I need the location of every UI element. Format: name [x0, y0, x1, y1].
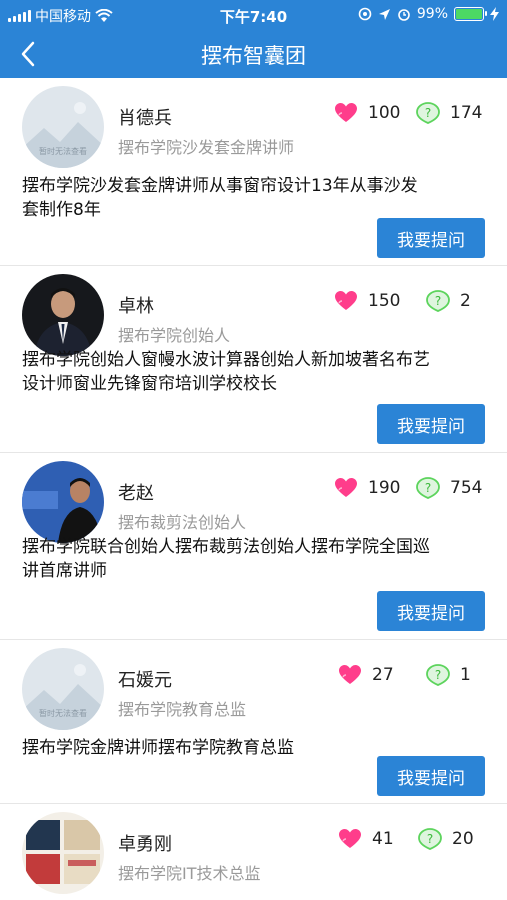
description-line: 摆布学院创始人窗幔水波计算器创始人新加坡著名布艺	[22, 350, 430, 370]
page-title: 摆布智囊团	[201, 44, 306, 68]
likes-count: 150	[368, 291, 401, 311]
likes-stat: 100	[334, 102, 400, 124]
answers-count: 1	[460, 665, 471, 685]
status-bar: 中国移动 下午7:40 99%	[0, 0, 507, 30]
likes-stat: 150	[334, 290, 400, 312]
expert-title: 摆布裁剪法创始人	[118, 513, 247, 532]
description-line: 设计师窗业先锋窗帘培训学校校长	[22, 374, 277, 394]
heart-icon[interactable]	[338, 828, 362, 850]
navigation-arrow-icon	[378, 8, 390, 20]
expert-title: 摆布学院教育总监	[118, 700, 247, 719]
question-bubble-icon[interactable]: ?	[416, 477, 440, 499]
expert-card: 暂时无法查看 石媛元 摆布学院教育总监 27 ? 1 摆布学院金牌讲师摆布学院教…	[0, 640, 507, 804]
avatar[interactable]	[22, 274, 104, 356]
nav-bar: 摆布智囊团	[0, 30, 507, 78]
expert-title: 摆布学院沙发套金牌讲师	[118, 138, 295, 157]
description-line: 讲首席讲师	[22, 561, 107, 581]
avatar[interactable]: 暂时无法查看	[22, 86, 104, 168]
svg-text:?: ?	[425, 106, 431, 120]
likes-count: 190	[368, 478, 401, 498]
answers-count: 2	[460, 291, 471, 311]
heart-icon[interactable]	[334, 102, 358, 124]
status-right: 99%	[358, 6, 499, 22]
answers-stat: ? 2	[426, 290, 471, 312]
expert-description: 摆布学院联合创始人摆布裁剪法创始人摆布学院全国巡 讲首席讲师	[22, 535, 487, 583]
svg-text:?: ?	[427, 832, 433, 846]
expert-list: 暂时无法查看 肖德兵 摆布学院沙发套金牌讲师 100 ? 174 摆布学院沙发套…	[0, 78, 507, 900]
answers-stat: ? 174	[416, 102, 482, 124]
likes-count: 41	[372, 829, 394, 849]
location-lock-icon	[358, 7, 372, 21]
question-bubble-icon[interactable]: ?	[418, 828, 442, 850]
description-line: 摆布学院沙发套金牌讲师从事窗帘设计13年从事沙发	[22, 176, 418, 196]
expert-name: 卓勇刚	[118, 834, 172, 855]
expert-card: 老赵 摆布裁剪法创始人 190 ? 754 摆布学院联合创始人摆布裁剪法创始人摆…	[0, 453, 507, 640]
alarm-icon	[398, 9, 410, 21]
expert-title: 摆布学院IT技术总监	[118, 864, 261, 883]
answers-count: 20	[452, 829, 474, 849]
description-line: 摆布学院联合创始人摆布裁剪法创始人摆布学院全国巡	[22, 537, 430, 557]
heart-icon[interactable]	[334, 477, 358, 499]
heart-icon[interactable]	[338, 664, 362, 686]
likes-count: 100	[368, 103, 401, 123]
likes-stat: 190	[334, 477, 400, 499]
answers-stat: ? 754	[416, 477, 482, 499]
avatar-placeholder-text: 暂时无法查看	[39, 147, 87, 156]
question-bubble-icon[interactable]: ?	[426, 664, 450, 686]
avatar[interactable]	[22, 812, 104, 894]
answers-stat: ? 1	[426, 664, 471, 686]
expert-description: 摆布学院创始人窗幔水波计算器创始人新加坡著名布艺 设计师窗业先锋窗帘培训学校校长	[22, 348, 487, 396]
answers-count: 754	[450, 478, 483, 498]
svg-text:?: ?	[435, 294, 441, 308]
likes-count: 27	[372, 665, 394, 685]
svg-text:?: ?	[425, 481, 431, 495]
svg-text:?: ?	[435, 668, 441, 682]
heart-icon[interactable]	[334, 290, 358, 312]
expert-name: 卓林	[118, 296, 154, 317]
avatar-placeholder-text: 暂时无法查看	[39, 709, 87, 718]
expert-card: 卓勇刚 摆布学院IT技术总监 41 ? 20	[0, 804, 507, 900]
expert-card: 卓林 摆布学院创始人 150 ? 2 摆布学院创始人窗幔水波计算器创始人新加坡著…	[0, 266, 507, 453]
question-bubble-icon[interactable]: ?	[426, 290, 450, 312]
expert-card: 暂时无法查看 肖德兵 摆布学院沙发套金牌讲师 100 ? 174 摆布学院沙发套…	[0, 78, 507, 266]
answers-stat: ? 20	[418, 828, 474, 850]
avatar[interactable]	[22, 461, 104, 543]
likes-stat: 27	[338, 664, 394, 686]
battery-percent: 99%	[416, 6, 448, 22]
question-bubble-icon[interactable]: ?	[416, 102, 440, 124]
battery-icon	[454, 7, 487, 21]
ask-question-button[interactable]: 我要提问	[377, 591, 485, 631]
expert-name: 肖德兵	[118, 108, 172, 129]
expert-name: 老赵	[118, 483, 154, 504]
ask-question-button[interactable]: 我要提问	[377, 756, 485, 796]
ask-question-button[interactable]: 我要提问	[377, 218, 485, 258]
likes-stat: 41	[338, 828, 394, 850]
avatar[interactable]: 暂时无法查看	[22, 648, 104, 730]
charging-bolt-icon	[490, 7, 499, 21]
expert-name: 石媛元	[118, 670, 172, 691]
ask-question-button[interactable]: 我要提问	[377, 404, 485, 444]
expert-title: 摆布学院创始人	[118, 326, 231, 345]
expert-description: 摆布学院沙发套金牌讲师从事窗帘设计13年从事沙发 套制作8年	[22, 174, 487, 222]
answers-count: 174	[450, 103, 483, 123]
